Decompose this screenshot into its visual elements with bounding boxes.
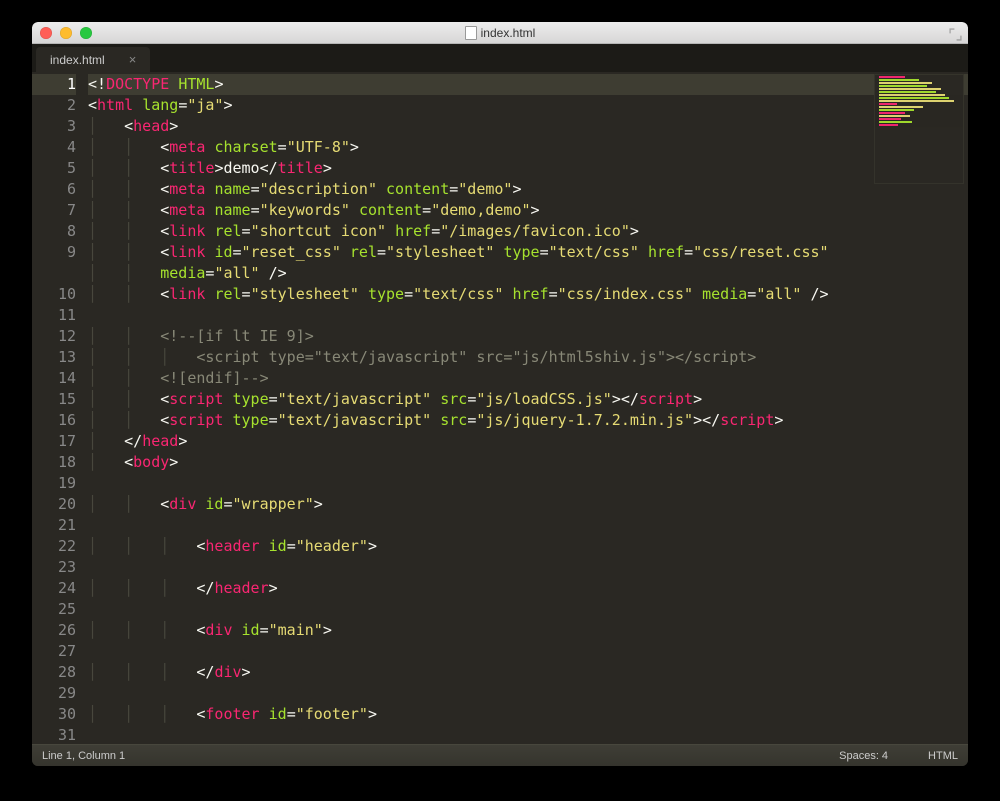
code-line[interactable]: <!DOCTYPE HTML> bbox=[88, 74, 968, 95]
line-number[interactable]: 19 bbox=[32, 473, 76, 494]
code-line[interactable]: │ │ │ </div> bbox=[88, 662, 968, 683]
line-number[interactable]: 15 bbox=[32, 389, 76, 410]
line-number[interactable]: 20 bbox=[32, 494, 76, 515]
minimap[interactable] bbox=[874, 74, 964, 184]
line-number[interactable]: 9 bbox=[32, 242, 76, 263]
line-number[interactable]: 12 bbox=[32, 326, 76, 347]
tab-label: index.html bbox=[50, 54, 105, 66]
code-line[interactable]: │ │ <title>demo</title> bbox=[88, 158, 968, 179]
status-spaces[interactable]: Spaces: 4 bbox=[839, 745, 888, 766]
code-line[interactable] bbox=[88, 599, 968, 620]
line-number[interactable]: 5 bbox=[32, 158, 76, 179]
code-line[interactable] bbox=[88, 515, 968, 536]
line-number[interactable]: 28 bbox=[32, 662, 76, 683]
line-number[interactable]: 1 bbox=[32, 74, 76, 95]
code-line[interactable]: │ │ media="all" /> bbox=[88, 263, 968, 284]
status-syntax[interactable]: HTML bbox=[928, 745, 958, 766]
line-number[interactable]: 13 bbox=[32, 347, 76, 368]
line-number[interactable]: 29 bbox=[32, 683, 76, 704]
code-line[interactable]: │ │ │ </header> bbox=[88, 578, 968, 599]
line-number[interactable]: 26 bbox=[32, 620, 76, 641]
line-number[interactable]: 14 bbox=[32, 368, 76, 389]
line-number[interactable]: 16 bbox=[32, 410, 76, 431]
code-line[interactable]: │ <body> bbox=[88, 452, 968, 473]
code-line[interactable]: <html lang="ja"> bbox=[88, 95, 968, 116]
line-number[interactable]: 21 bbox=[32, 515, 76, 536]
code-line[interactable] bbox=[88, 305, 968, 326]
editor-window: index.html index.html × 1234567891011121… bbox=[32, 22, 968, 766]
code-line[interactable]: │ │ <meta name="description" content="de… bbox=[88, 179, 968, 200]
line-number[interactable]: 3 bbox=[32, 116, 76, 137]
status-bar: Line 1, Column 1 Spaces: 4 HTML bbox=[32, 744, 968, 766]
tab-bar: index.html × bbox=[32, 44, 968, 72]
line-number[interactable]: 24 bbox=[32, 578, 76, 599]
code-line[interactable]: │ │ <script type="text/javascript" src="… bbox=[88, 410, 968, 431]
status-cursor[interactable]: Line 1, Column 1 bbox=[42, 745, 839, 766]
line-number[interactable]: 6 bbox=[32, 179, 76, 200]
line-number[interactable]: 10 bbox=[32, 284, 76, 305]
code-line[interactable] bbox=[88, 557, 968, 578]
line-number-gutter[interactable]: 1234567891011121314151617181920212223242… bbox=[32, 72, 88, 744]
code-line[interactable]: │ │ <link rel="shortcut icon" href="/ima… bbox=[88, 221, 968, 242]
code-line[interactable] bbox=[88, 641, 968, 662]
close-window-button[interactable] bbox=[40, 27, 52, 39]
line-number[interactable]: 11 bbox=[32, 305, 76, 326]
code-line[interactable]: │ │ <![endif]--> bbox=[88, 368, 968, 389]
line-number[interactable]: 23 bbox=[32, 557, 76, 578]
line-number[interactable]: 2 bbox=[32, 95, 76, 116]
code-line[interactable] bbox=[88, 683, 968, 704]
close-icon[interactable]: × bbox=[129, 53, 137, 66]
code-line[interactable] bbox=[88, 725, 968, 744]
code-line[interactable]: │ │ <div id="wrapper"> bbox=[88, 494, 968, 515]
line-number[interactable] bbox=[32, 263, 76, 284]
line-number[interactable]: 31 bbox=[32, 725, 76, 744]
code-line[interactable]: │ │ <link rel="stylesheet" type="text/cs… bbox=[88, 284, 968, 305]
tab-indexhtml[interactable]: index.html × bbox=[36, 47, 150, 72]
code-line[interactable]: │ │ <meta name="keywords" content="demo,… bbox=[88, 200, 968, 221]
traffic-lights bbox=[40, 27, 92, 39]
code-line[interactable]: │ </head> bbox=[88, 431, 968, 452]
code-line[interactable]: │ │ │ <header id="header"> bbox=[88, 536, 968, 557]
line-number[interactable]: 4 bbox=[32, 137, 76, 158]
fullscreen-icon[interactable] bbox=[949, 26, 962, 39]
code-line[interactable]: │ │ │ <script type="text/javascript" src… bbox=[88, 347, 968, 368]
code-line[interactable]: │ <head> bbox=[88, 116, 968, 137]
window-title: index.html bbox=[32, 26, 968, 40]
titlebar[interactable]: index.html bbox=[32, 22, 968, 44]
zoom-window-button[interactable] bbox=[80, 27, 92, 39]
line-number[interactable]: 8 bbox=[32, 221, 76, 242]
line-number[interactable]: 30 bbox=[32, 704, 76, 725]
minimize-window-button[interactable] bbox=[60, 27, 72, 39]
window-title-text: index.html bbox=[481, 26, 536, 40]
code-line[interactable]: │ │ <script type="text/javascript" src="… bbox=[88, 389, 968, 410]
code-line[interactable]: │ │ │ <footer id="footer"> bbox=[88, 704, 968, 725]
code-line[interactable]: │ │ <meta charset="UTF-8"> bbox=[88, 137, 968, 158]
line-number[interactable]: 18 bbox=[32, 452, 76, 473]
line-number[interactable]: 22 bbox=[32, 536, 76, 557]
code-line[interactable]: │ │ <link id="reset_css" rel="stylesheet… bbox=[88, 242, 968, 263]
code-line[interactable]: │ │ │ <div id="main"> bbox=[88, 620, 968, 641]
line-number[interactable]: 25 bbox=[32, 599, 76, 620]
code-line[interactable] bbox=[88, 473, 968, 494]
file-icon bbox=[465, 26, 477, 40]
line-number[interactable]: 17 bbox=[32, 431, 76, 452]
line-number[interactable]: 7 bbox=[32, 200, 76, 221]
editor-area[interactable]: 1234567891011121314151617181920212223242… bbox=[32, 72, 968, 744]
line-number[interactable]: 27 bbox=[32, 641, 76, 662]
code-content[interactable]: <!DOCTYPE HTML><html lang="ja">│ <head>│… bbox=[88, 72, 968, 744]
code-line[interactable]: │ │ <!--[if lt IE 9]> bbox=[88, 326, 968, 347]
